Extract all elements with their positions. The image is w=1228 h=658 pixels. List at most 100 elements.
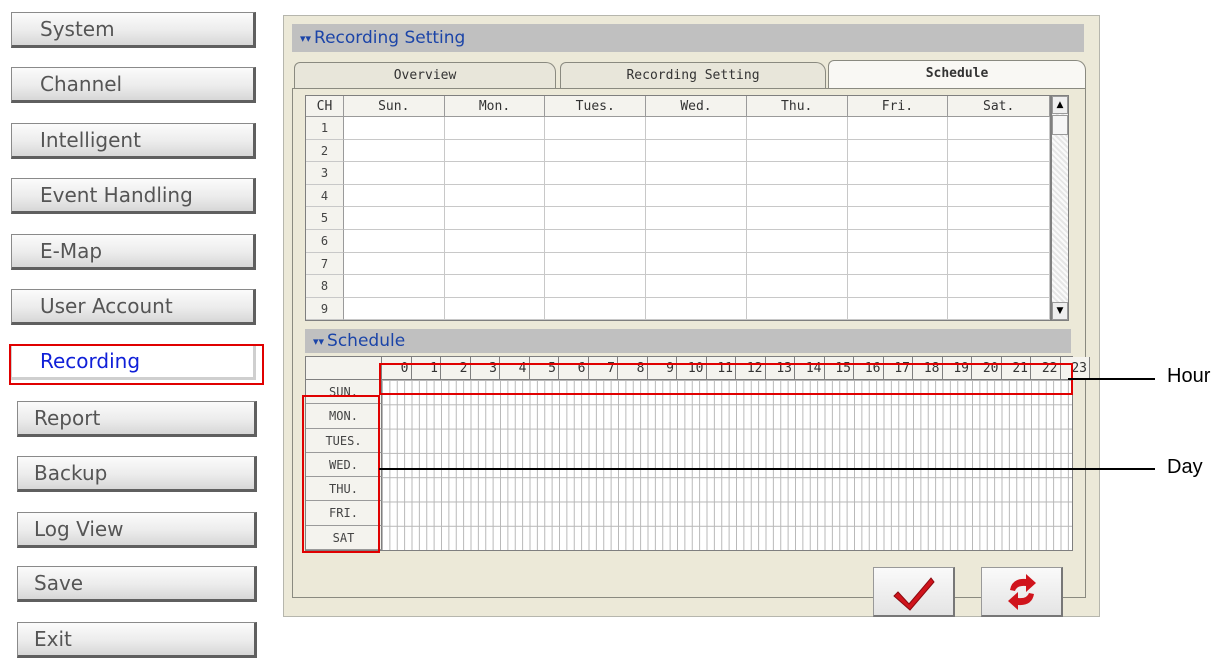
nav-user-account-button[interactable]: User Account xyxy=(11,289,256,325)
table-cell[interactable] xyxy=(746,252,848,276)
table-cell[interactable] xyxy=(646,297,747,320)
nav-emap-button[interactable]: E-Map xyxy=(11,234,256,270)
nav-channel-button[interactable]: Channel xyxy=(11,67,256,103)
table-row[interactable]: 6 xyxy=(306,229,1050,253)
table-row[interactable]: 8 xyxy=(306,275,1050,298)
table-cell[interactable] xyxy=(646,229,747,253)
table-cell[interactable] xyxy=(444,117,546,140)
table-cell[interactable] xyxy=(948,229,1050,253)
hour-label: 11 xyxy=(706,357,736,380)
table-row[interactable]: 5 xyxy=(306,207,1050,230)
table-cell[interactable] xyxy=(545,297,647,320)
table-cell[interactable] xyxy=(847,139,949,163)
table-cell[interactable] xyxy=(545,275,647,298)
table-cell[interactable] xyxy=(444,162,546,185)
nav-event-handling-button[interactable]: Event Handling xyxy=(11,178,256,214)
table-cell[interactable] xyxy=(948,207,1050,230)
hour-label: 17 xyxy=(883,357,913,380)
table-scrollbar[interactable]: ▲ ▼ xyxy=(1051,95,1069,321)
table-cell[interactable] xyxy=(545,252,647,276)
table-cell[interactable] xyxy=(646,139,747,163)
table-cell[interactable] xyxy=(545,229,647,253)
apply-button[interactable] xyxy=(873,567,955,617)
channel-schedule-table: CH Sun. Mon. Tues. Wed. Thu. Fri. Sat. 1… xyxy=(305,95,1051,321)
nav-backup-button[interactable]: Backup xyxy=(17,456,257,492)
scroll-thumb[interactable] xyxy=(1052,115,1068,135)
table-cell[interactable] xyxy=(847,297,949,320)
table-cell[interactable] xyxy=(746,207,848,230)
table-cell[interactable] xyxy=(847,252,949,276)
table-cell[interactable] xyxy=(444,297,546,320)
scroll-up-icon[interactable]: ▲ xyxy=(1052,96,1068,114)
table-row[interactable]: 7 xyxy=(306,252,1050,276)
table-cell[interactable] xyxy=(948,117,1050,140)
table-cell[interactable] xyxy=(948,252,1050,276)
table-cell[interactable] xyxy=(746,162,848,185)
table-cell[interactable] xyxy=(646,275,747,298)
table-cell[interactable] xyxy=(444,184,546,208)
table-cell[interactable] xyxy=(444,229,546,253)
table-row[interactable]: 9 xyxy=(306,297,1050,320)
table-cell[interactable] xyxy=(545,117,647,140)
table-cell[interactable] xyxy=(343,139,445,163)
nav-intelligent-button[interactable]: Intelligent xyxy=(11,123,256,159)
table-cell[interactable] xyxy=(343,207,445,230)
tab-schedule[interactable]: Schedule xyxy=(828,60,1086,90)
table-cell[interactable] xyxy=(746,117,848,140)
table-cell[interactable] xyxy=(847,207,949,230)
table-cell[interactable] xyxy=(343,275,445,298)
refresh-icon xyxy=(1008,574,1036,610)
table-cell[interactable] xyxy=(746,297,848,320)
table-cell[interactable] xyxy=(444,275,546,298)
table-cell[interactable] xyxy=(646,117,747,140)
table-cell[interactable] xyxy=(746,275,848,298)
table-cell[interactable] xyxy=(646,252,747,276)
col-header-thu: Thu. xyxy=(746,96,848,117)
tab-recording-setting[interactable]: Recording Setting xyxy=(560,62,826,90)
table-cell[interactable] xyxy=(746,229,848,253)
table-row[interactable]: 1 xyxy=(306,117,1050,140)
table-cell[interactable] xyxy=(343,162,445,185)
scroll-down-icon[interactable]: ▼ xyxy=(1052,302,1068,320)
tab-overview[interactable]: Overview xyxy=(294,62,556,90)
table-cell[interactable] xyxy=(444,252,546,276)
table-cell[interactable] xyxy=(343,117,445,140)
nav-recording-button[interactable]: Recording xyxy=(11,344,256,380)
table-cell[interactable] xyxy=(545,184,647,208)
table-cell[interactable] xyxy=(847,117,949,140)
schedule-time-grid[interactable] xyxy=(382,380,1072,550)
table-cell[interactable] xyxy=(545,139,647,163)
table-cell[interactable] xyxy=(343,252,445,276)
nav-exit-button[interactable]: Exit xyxy=(17,622,257,658)
table-cell[interactable] xyxy=(948,162,1050,185)
table-row[interactable]: 2 xyxy=(306,139,1050,163)
refresh-button[interactable] xyxy=(981,567,1063,617)
table-cell[interactable] xyxy=(746,184,848,208)
table-cell[interactable] xyxy=(444,139,546,163)
table-cell[interactable] xyxy=(847,229,949,253)
nav-system-button[interactable]: System xyxy=(11,12,256,48)
nav-log-view-button[interactable]: Log View xyxy=(17,512,257,548)
table-cell[interactable] xyxy=(646,162,747,185)
table-cell[interactable] xyxy=(948,184,1050,208)
table-cell[interactable] xyxy=(646,184,747,208)
nav-report-button[interactable]: Report xyxy=(17,401,257,437)
table-cell[interactable] xyxy=(545,162,647,185)
table-cell[interactable] xyxy=(847,275,949,298)
table-cell[interactable] xyxy=(545,207,647,230)
table-cell[interactable] xyxy=(948,275,1050,298)
table-cell[interactable] xyxy=(847,184,949,208)
table-cell[interactable] xyxy=(444,207,546,230)
channel-number: 2 xyxy=(306,139,344,163)
table-cell[interactable] xyxy=(343,184,445,208)
table-row[interactable]: 4 xyxy=(306,184,1050,208)
table-cell[interactable] xyxy=(343,297,445,320)
table-cell[interactable] xyxy=(343,229,445,253)
table-cell[interactable] xyxy=(948,297,1050,320)
table-cell[interactable] xyxy=(646,207,747,230)
table-row[interactable]: 3 xyxy=(306,162,1050,185)
table-cell[interactable] xyxy=(847,162,949,185)
table-cell[interactable] xyxy=(746,139,848,163)
table-cell[interactable] xyxy=(948,139,1050,163)
nav-save-button[interactable]: Save xyxy=(17,566,257,602)
